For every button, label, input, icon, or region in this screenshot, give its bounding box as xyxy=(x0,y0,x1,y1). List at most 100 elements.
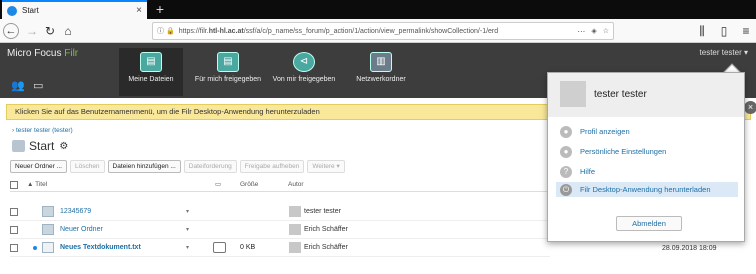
nav-label: Netzwerkordner xyxy=(356,76,406,83)
help-icon: ? xyxy=(560,165,572,178)
dropdown-header: tester tester xyxy=(548,73,744,117)
net-folders-icon: ▥ xyxy=(370,52,392,72)
user-settings-icon: ● xyxy=(560,145,572,158)
nav-shared-with-me[interactable]: ▤ Für mich freigegeben xyxy=(188,48,268,96)
home-icon[interactable]: ⌂ xyxy=(60,23,76,39)
brand-text: Micro Focus xyxy=(7,48,62,59)
chevron-down-icon[interactable]: ▾ xyxy=(186,226,189,233)
table-row[interactable]: 12345679 ▾ tester tester xyxy=(10,203,550,221)
menu-item-profile[interactable]: ● Profil anzeigen xyxy=(556,124,738,139)
browser-nav-bar: ← → ↻ ⌂ ⓘ 🔒 https://filr. htl-hl.ac.at/ss… xyxy=(0,19,756,43)
lock-icon: 🔒 xyxy=(166,28,175,35)
tab-title: Start xyxy=(22,6,39,15)
comment-icon[interactable] xyxy=(213,242,226,253)
bookmark-star-icon[interactable]: ☆ xyxy=(603,27,609,35)
url-domain: htl-hl.ac.at xyxy=(208,27,244,35)
author-column-header[interactable]: Autor xyxy=(288,181,304,188)
row-date: 28.09.2018 18:09 xyxy=(662,245,717,252)
row-name[interactable]: Neuer Ordner xyxy=(60,226,103,233)
comments-icon: ▭ xyxy=(215,181,222,188)
menu-label: Persönliche Einstellungen xyxy=(580,147,667,156)
avatar xyxy=(289,242,301,253)
more-button[interactable]: Weitere ▾ xyxy=(307,160,345,173)
row-checkbox[interactable] xyxy=(10,244,18,252)
chevron-down-icon[interactable]: ▾ xyxy=(186,208,189,215)
new-item-dot-icon xyxy=(33,246,37,250)
row-author: Erich Schäffer xyxy=(304,226,348,233)
menu-label: Hilfe xyxy=(580,167,596,176)
close-banner-icon[interactable]: × xyxy=(744,101,756,114)
nav-shared-by-me[interactable]: ⊲ Von mir freigegeben xyxy=(267,48,341,96)
nav-label: Von mir freigegeben xyxy=(272,76,336,83)
breadcrumb[interactable]: › tester tester (tester) xyxy=(12,127,73,134)
menu-item-settings[interactable]: ● Persönliche Einstellungen xyxy=(556,144,738,159)
row-checkbox[interactable] xyxy=(10,226,18,234)
pocket-icon[interactable]: ◈ xyxy=(591,27,596,35)
dropdown-username: tester tester xyxy=(594,89,647,100)
menu-item-help[interactable]: ? Hilfe xyxy=(556,164,738,179)
people-icon[interactable]: 👥 xyxy=(11,79,25,92)
row-name[interactable]: Neues Textdokument.txt xyxy=(60,244,141,251)
brand-product: Filr xyxy=(64,48,79,59)
close-tab-icon[interactable]: × xyxy=(136,5,142,16)
unshare-button[interactable]: Freigabe aufheben xyxy=(239,160,305,173)
sidebar-icon[interactable]: ▯ xyxy=(716,23,732,39)
page-actions-icon[interactable]: ··· xyxy=(571,27,585,36)
url-bar[interactable]: ⓘ 🔒 https://filr. htl-hl.ac.at/ssf/a/c/p_… xyxy=(152,22,614,40)
folder-icon xyxy=(42,206,54,217)
user-dropdown: tester tester ● Profil anzeigen ● Persönli… xyxy=(547,72,745,242)
shared-by-me-icon: ⊲ xyxy=(293,52,315,72)
back-button[interactable]: ← xyxy=(3,23,19,39)
size-column-header[interactable]: Größe xyxy=(240,181,258,188)
add-files-button[interactable]: Dateien hinzufügen ... xyxy=(107,160,181,173)
menu-icon[interactable]: ≡ xyxy=(738,23,754,39)
new-tab-button[interactable]: + xyxy=(152,0,168,19)
new-folder-button[interactable]: Neuer Ordner ... xyxy=(10,160,67,173)
nav-label: Meine Dateien xyxy=(128,76,174,83)
info-icon[interactable]: ⓘ xyxy=(157,26,164,36)
select-all-checkbox[interactable] xyxy=(10,181,18,189)
menu-label: Filr Desktop-Anwendung herunterladen xyxy=(580,185,711,194)
chat-icon[interactable]: ▭ xyxy=(33,79,43,92)
user-menu-button[interactable]: tester tester ▾ xyxy=(700,48,748,57)
menu-item-download-desktop[interactable]: ⏻ Filr Desktop-Anwendung herunterladen xyxy=(556,182,738,197)
logout-button[interactable]: Abmelden xyxy=(616,216,682,231)
forward-button[interactable]: → xyxy=(24,23,40,39)
row-checkbox[interactable] xyxy=(10,208,18,216)
avatar xyxy=(289,224,301,235)
menu-label: Profil anzeigen xyxy=(580,127,630,136)
browser-tab[interactable]: Start × xyxy=(2,0,147,19)
row-author: Erich Schäffer xyxy=(304,244,348,251)
nav-label: Für mich freigegeben xyxy=(194,76,262,83)
brand-logo: Micro Focus Filr xyxy=(7,48,78,59)
reload-button[interactable]: ↻ xyxy=(42,23,58,39)
delete-button[interactable]: Löschen xyxy=(69,160,105,173)
nav-net-folders[interactable]: ▥ Netzwerkordner xyxy=(346,48,416,96)
page-title-text: Start xyxy=(29,139,55,153)
nav-my-files[interactable]: ▤ Meine Dateien xyxy=(119,48,183,96)
file-toolbar: Neuer Ordner ... Löschen Dateien hinzufü… xyxy=(10,160,345,173)
favicon-icon xyxy=(7,5,17,16)
library-icon[interactable]: ⫼ xyxy=(694,23,710,39)
url-prefix: https://filr. xyxy=(178,27,209,35)
table-row[interactable]: Neuer Ordner ▾ Erich Schäffer xyxy=(10,221,550,239)
url-path: /ssf/a/c/p_name/ss_forum/p_action/1/acti… xyxy=(243,27,499,35)
avatar xyxy=(560,81,586,107)
table-header: ▲ Titel ▭ Größe Autor xyxy=(10,178,550,192)
folder-icon xyxy=(42,224,54,235)
shared-with-me-icon: ▤ xyxy=(217,52,239,72)
title-column-header[interactable]: ▲ Titel xyxy=(27,181,47,188)
folder-icon xyxy=(12,140,25,152)
row-size: 0 KB xyxy=(240,244,256,251)
row-name[interactable]: 12345679 xyxy=(60,208,91,215)
chevron-down-icon[interactable]: ▾ xyxy=(186,244,189,251)
user-icon: ● xyxy=(560,125,572,138)
text-file-icon xyxy=(42,242,54,253)
page-title: Start ⚙ xyxy=(12,139,68,153)
gear-icon[interactable]: ⚙ xyxy=(59,141,68,152)
table-row[interactable]: Neues Textdokument.txt ▾ 0 KB Erich Schä… xyxy=(10,239,550,257)
file-request-button[interactable]: Dateiforderung xyxy=(183,160,237,173)
power-icon: ⏻ xyxy=(560,183,572,196)
row-author: tester tester xyxy=(304,208,341,215)
my-files-icon: ▤ xyxy=(140,52,162,72)
